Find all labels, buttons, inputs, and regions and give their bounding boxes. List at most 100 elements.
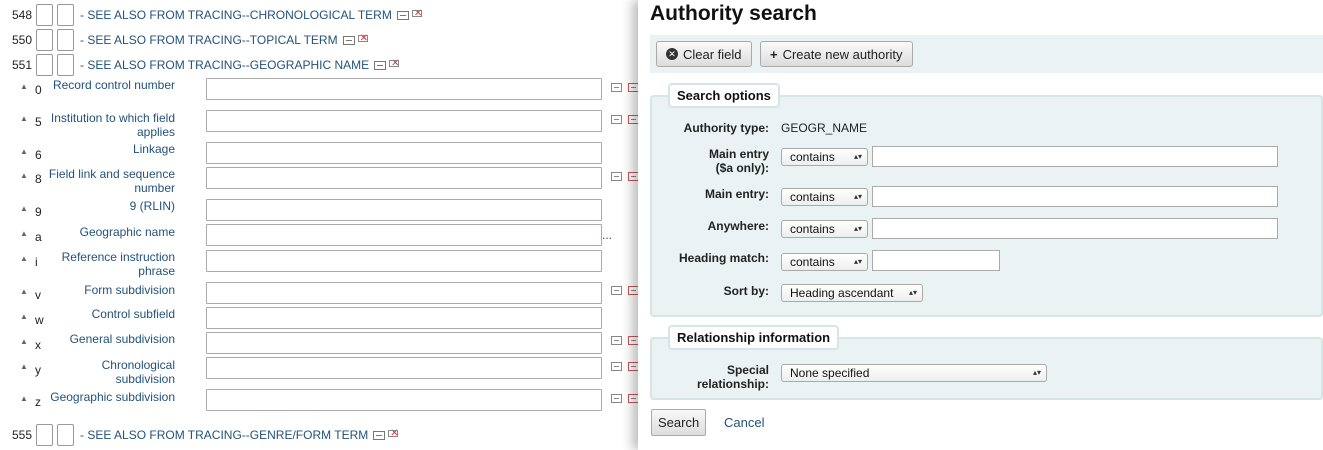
tag-number: 548 <box>11 8 32 22</box>
tag-row-548: 548 - SEE ALSO FROM TRACING--CHRONOLOGIC… <box>0 4 423 26</box>
subfield-input[interactable] <box>206 307 602 329</box>
authority-search-popup: Authority search ✕ Clear field + Create … <box>638 0 1323 450</box>
subfield-row-x: ▲ x General subdivision <box>0 332 640 356</box>
subfield-input[interactable] <box>206 78 602 100</box>
indicator-1[interactable] <box>36 54 53 76</box>
subfield-input[interactable] <box>206 389 602 411</box>
clone-tag-icon[interactable] <box>396 10 409 20</box>
collapse-arrow-icon[interactable]: ▲ <box>20 82 28 91</box>
delete-tag-icon[interactable]: ✕ <box>388 428 399 439</box>
tag-label[interactable]: - SEE ALSO FROM TRACING--GEOGRAPHIC NAME <box>80 58 369 72</box>
indicator-2[interactable] <box>57 54 74 76</box>
heading-match-operator-value: contains <box>790 255 835 269</box>
collapse-arrow-icon[interactable]: ▲ <box>20 204 28 213</box>
create-new-authority-button[interactable]: + Create new authority <box>760 41 913 67</box>
subfield-label: Record control number <box>52 78 175 92</box>
clear-icon: ✕ <box>666 48 678 60</box>
cancel-link[interactable]: Cancel <box>724 415 764 430</box>
special-relationship-label: Special relationship: <box>696 363 769 391</box>
special-relationship-select[interactable]: None specified ▴▾ <box>781 364 1047 382</box>
page-title: Authority search <box>650 2 817 25</box>
main-entry-operator-value: contains <box>790 190 835 204</box>
subfield-actions <box>611 172 639 181</box>
clone-subfield-icon[interactable] <box>611 115 622 124</box>
subfield-actions <box>611 336 639 345</box>
subfield-input[interactable] <box>206 224 602 246</box>
indicator-1[interactable] <box>36 4 53 26</box>
subfield-actions <box>611 362 639 371</box>
heading-match-input[interactable] <box>872 250 1000 271</box>
subfield-input[interactable] <box>206 167 602 189</box>
indicator-1[interactable] <box>36 424 53 446</box>
clone-subfield-icon[interactable] <box>611 394 622 403</box>
subfield-input[interactable] <box>206 357 602 379</box>
authority-type-value: GEOGR_NAME <box>781 121 868 135</box>
anywhere-input[interactable] <box>872 218 1278 239</box>
subfield-label: Institution to which field applies <box>50 111 175 139</box>
subfield-row-y: ▲ y Chronological subdivision <box>0 357 640 387</box>
authority-lookup-link[interactable]: ... <box>602 228 612 242</box>
main-entry-a-operator-select[interactable]: contains ▴▾ <box>781 148 868 166</box>
tag-number: 555 <box>11 428 32 442</box>
select-arrows-icon: ▴▾ <box>1032 368 1041 377</box>
main-entry-a-input[interactable] <box>872 146 1278 167</box>
subfield-actions <box>611 83 639 92</box>
subfield-input[interactable] <box>206 199 602 221</box>
sort-by-label: Sort by: <box>723 284 769 298</box>
toolbar: ✕ Clear field + Create new authority <box>650 35 1323 73</box>
indicator-2[interactable] <box>57 424 74 446</box>
authority-type-label: Authority type: <box>683 121 769 135</box>
subfield-actions <box>611 115 639 124</box>
clone-subfield-icon[interactable] <box>611 83 622 92</box>
subfield-input[interactable] <box>206 250 602 272</box>
heading-match-operator-select[interactable]: contains ▴▾ <box>781 253 868 271</box>
clone-subfield-icon[interactable] <box>611 172 622 181</box>
subfield-label: General subdivision <box>69 332 175 346</box>
relationship-information-fieldset: Relationship information Special relatio… <box>650 325 1323 400</box>
main-entry-operator-select[interactable]: contains ▴▾ <box>781 188 868 206</box>
collapse-arrow-icon[interactable]: ▲ <box>20 114 28 123</box>
tag-label[interactable]: - SEE ALSO FROM TRACING--GENRE/FORM TERM <box>80 428 368 442</box>
subfield-input[interactable] <box>206 142 602 164</box>
sort-by-select[interactable]: Heading ascendant ▴▾ <box>781 284 923 302</box>
clone-tag-icon[interactable] <box>374 60 387 70</box>
anywhere-operator-select[interactable]: contains ▴▾ <box>781 220 868 238</box>
clone-tag-icon[interactable] <box>342 35 355 45</box>
subfield-label: Form subdivision <box>84 283 175 297</box>
indicator-2[interactable] <box>57 4 74 26</box>
collapse-arrow-icon[interactable]: ▲ <box>20 287 28 296</box>
delete-tag-icon[interactable]: ✕ <box>411 8 423 19</box>
delete-tag-icon[interactable]: ✕ <box>389 58 400 69</box>
search-button[interactable]: Search <box>651 409 707 436</box>
subfield-label: Control subfield <box>91 307 175 321</box>
collapse-arrow-icon[interactable]: ▲ <box>20 362 28 371</box>
clear-field-button[interactable]: ✕ Clear field <box>656 41 752 67</box>
collapse-arrow-icon[interactable]: ▲ <box>20 312 28 321</box>
tag-label[interactable]: - SEE ALSO FROM TRACING--CHRONOLOGICAL T… <box>80 8 392 22</box>
collapse-arrow-icon[interactable]: ▲ <box>20 171 28 180</box>
tag-label[interactable]: - SEE ALSO FROM TRACING--TOPICAL TERM <box>80 33 338 47</box>
collapse-arrow-icon[interactable]: ▲ <box>20 147 28 156</box>
indicator-2[interactable] <box>57 29 74 51</box>
subfield-input[interactable] <box>206 110 602 132</box>
main-entry-input[interactable] <box>872 186 1278 207</box>
clone-subfield-icon[interactable] <box>611 362 622 371</box>
subfield-row-w: ▲ w Control subfield <box>0 307 640 331</box>
subfield-actions <box>611 286 639 295</box>
subfield-input[interactable] <box>206 282 602 304</box>
collapse-arrow-icon[interactable]: ▲ <box>20 254 28 263</box>
collapse-arrow-icon[interactable]: ▲ <box>20 337 28 346</box>
subfield-row-6: ▲ 6 Linkage <box>0 142 640 166</box>
clone-tag-icon[interactable] <box>373 430 386 440</box>
clone-subfield-icon[interactable] <box>611 336 622 345</box>
tag-row-551: 551 - SEE ALSO FROM TRACING--GEOGRAPHIC … <box>0 54 400 76</box>
clone-subfield-icon[interactable] <box>611 286 622 295</box>
sort-by-value: Heading ascendant <box>790 286 894 300</box>
subfield-row-9: ▲ 9 9 (RLIN) <box>0 199 640 223</box>
collapse-arrow-icon[interactable]: ▲ <box>20 229 28 238</box>
collapse-arrow-icon[interactable]: ▲ <box>20 394 28 403</box>
delete-tag-icon[interactable]: ✕ <box>357 33 368 44</box>
subfield-label: Field link and sequence number <box>48 167 175 195</box>
indicator-1[interactable] <box>36 29 53 51</box>
subfield-input[interactable] <box>206 332 602 354</box>
